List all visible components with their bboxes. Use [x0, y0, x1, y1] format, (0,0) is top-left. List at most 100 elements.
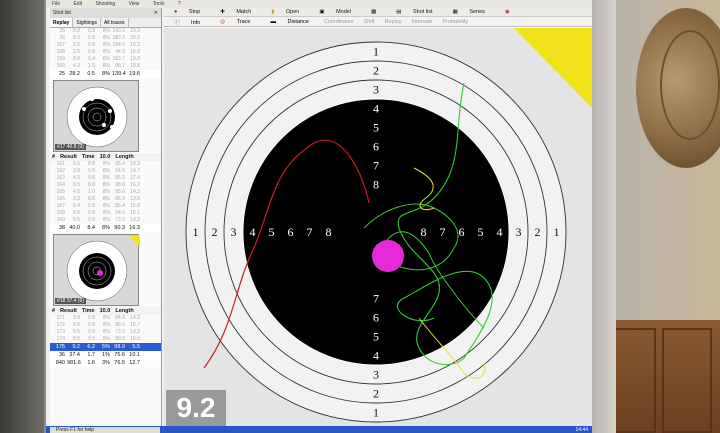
tab-replay[interactable]: Replay [50, 18, 74, 27]
table-row[interactable]: 164 9.5 8.8 8% 98.8 16.2 [50, 182, 161, 189]
table-cell: 18.8 [130, 63, 140, 69]
table-row[interactable]: 158 2.5 0.8 8% 44.9 18.8 [50, 49, 161, 56]
table-row[interactable]: 161 9.6 8.8 8% 65.4 19.3 [50, 161, 161, 168]
table-cell: 44.9 [115, 49, 125, 55]
header-cell: 10.0 [99, 308, 111, 314]
table-cell: 4.6 [73, 189, 80, 195]
tab-sightings[interactable]: Sightings [73, 18, 101, 27]
intervals-button[interactable]: Intervals [407, 19, 438, 25]
table-row[interactable]: 162 3.8 0.8 8% 64.5 14.7 [50, 168, 161, 175]
open-button[interactable]: ▮ Open [261, 9, 309, 15]
header-cell: 10.0 [99, 154, 111, 160]
open-label: Open [285, 9, 300, 15]
match-button[interactable]: ✚ Match [210, 9, 261, 15]
menu-view[interactable]: View [123, 0, 146, 8]
table-cell: 183.7 [112, 56, 125, 62]
table-cell: 160 [56, 63, 65, 69]
header-cell: Time [81, 308, 95, 314]
table-row[interactable]: 160 4.3 1.9 8% 88.7 18.8 [50, 63, 161, 70]
table-cell: 0.4 [88, 56, 95, 62]
series-thumbnail-1[interactable]: #17 40.8 (9) [53, 80, 139, 152]
table-row[interactable]: 167 8.4 0.8 8% 85.4 15.8 [50, 203, 161, 210]
series-summary-row[interactable]: 38 40.0 8.4 8% 90.3 16.3 [50, 224, 161, 232]
table-row[interactable]: 159 8.8 0.4 6% 183.7 19.8 [50, 56, 161, 63]
table-cell: 8.6 [73, 322, 80, 328]
table-cell: 0.8 [88, 315, 95, 321]
total-summary-row[interactable]: 840 981.6 1.6 3% 76.5 12.7 [50, 359, 161, 367]
table-cell: 85.6 [115, 189, 125, 195]
tab-all-traces[interactable]: All traces [101, 18, 129, 27]
coordinates-button[interactable]: Coordinates [319, 19, 359, 25]
table-cell: 0.8 [88, 168, 95, 174]
table-cell: 159 [56, 56, 65, 62]
table-cell: 8.0 [73, 35, 80, 41]
table-row[interactable]: 172 8.6 0.8 8% 86.6 15.7 [50, 322, 161, 329]
table-cell: 8% [102, 161, 110, 167]
summary-cell: 36 [58, 352, 65, 358]
selected-cell: 5% [102, 344, 110, 350]
series-summary-row[interactable]: 25 28.2 0.5 8% 139.4 19.6 [50, 70, 161, 78]
series-icon: ▦ [452, 9, 458, 15]
shift-button[interactable]: Shift [359, 19, 380, 25]
summary-cell: 1.7 [87, 352, 95, 358]
ring-label-left: 2 [212, 225, 218, 239]
table-header: # Result Time 10.0 Length [50, 307, 161, 315]
table-cell: 19.2 [130, 42, 140, 48]
thumbnail-target-icon [66, 235, 140, 302]
ring-label-top: 1 [373, 45, 379, 59]
table-cell: 0.9 [88, 336, 95, 342]
shot-list-label: Shot list [413, 9, 433, 15]
ring-label-left: 7 [307, 225, 313, 239]
menu-file[interactable]: File [46, 0, 66, 8]
summary-cell: 38 [58, 225, 65, 231]
summary-cell: 12.7 [129, 360, 140, 366]
stop-button[interactable]: ● Stop [164, 9, 210, 15]
selected-shot-row[interactable]: 175 9.2 6.2 5% 98.9 5.5 [50, 343, 161, 351]
close-icon[interactable]: ✕ [154, 10, 158, 16]
menu-shooting[interactable]: Shooting [89, 0, 121, 8]
menu-help[interactable]: ? [172, 0, 187, 8]
replay-button[interactable]: Replay [380, 19, 407, 25]
wall-plaque-inner [660, 30, 720, 140]
series-summary-row[interactable]: 36 37.4 1.7 1% 75.6 10.1 [50, 351, 161, 359]
table-row[interactable]: 173 9.5 0.9 8% 73.5 13.2 [50, 329, 161, 336]
table-cell: 183.3 [112, 35, 125, 41]
save-button[interactable]: ▩ [361, 9, 386, 15]
table-row[interactable]: 25 8.8 0.8 8% 143.3 23.3 [50, 28, 161, 35]
trace-button[interactable]: ◎ Trace [210, 19, 260, 25]
info-button[interactable]: ⓘ Info [164, 18, 210, 26]
shot-list-button[interactable]: ▤ Shot list [386, 9, 442, 15]
table-cell: 166 [56, 196, 65, 202]
table-cell: 1.0 [88, 189, 95, 195]
match-label: Match [236, 9, 252, 15]
table-cell: 14.3 [130, 189, 140, 195]
probability-button[interactable]: Probability [437, 19, 473, 25]
record-button[interactable]: ◉ [495, 9, 520, 15]
model-button[interactable]: ▣ Model [309, 9, 361, 15]
table-row[interactable]: 174 8.5 0.9 8% 89.5 16.0 [50, 336, 161, 343]
table-cell: 8.6 [73, 210, 80, 216]
ring-label-right: 5 [478, 225, 484, 239]
distance-button[interactable]: ▬ Distance [260, 19, 318, 25]
series-thumbnail-2[interactable]: #18 37.4 (6) [53, 234, 140, 306]
table-row[interactable]: 168 8.6 0.8 8% 94.6 15.1 [50, 210, 161, 217]
table-row[interactable]: 166 9.3 8.8 8% 88.3 13.6 [50, 196, 161, 203]
table-row[interactable]: 26 8.0 0.8 8% 183.3 20.5 [50, 35, 161, 42]
table-cell: 8.8 [73, 56, 80, 62]
table-row[interactable]: 165 4.6 1.0 8% 85.6 14.3 [50, 189, 161, 196]
table-row[interactable]: 169 9.5 0.9 8% 73.5 13.2 [50, 217, 161, 224]
trace-label: Trace [236, 18, 251, 25]
shot-list-titlebar: Shot list ✕ [50, 8, 161, 18]
menu-tools[interactable]: Tools [147, 0, 171, 8]
menu-edit[interactable]: Edit [67, 0, 88, 8]
target-view[interactable]: 1234567876543211234567887654321 9.2 [164, 28, 592, 426]
table-row[interactable]: 171 9.8 0.8 8% 84.8 14.3 [50, 315, 161, 322]
table-row[interactable]: 157 5.5 0.8 8% 184.5 19.2 [50, 42, 161, 49]
table-cell: 158 [56, 49, 65, 55]
ring-label-left: 5 [269, 225, 275, 239]
summary-cell: 840 [55, 360, 65, 366]
summary-cell: 75.6 [114, 352, 125, 358]
table-row[interactable]: 163 4.5 0.8 8% 85.5 17.4 [50, 175, 161, 182]
series-button[interactable]: ▦ Series [443, 9, 495, 15]
table-cell: 8% [102, 196, 110, 202]
